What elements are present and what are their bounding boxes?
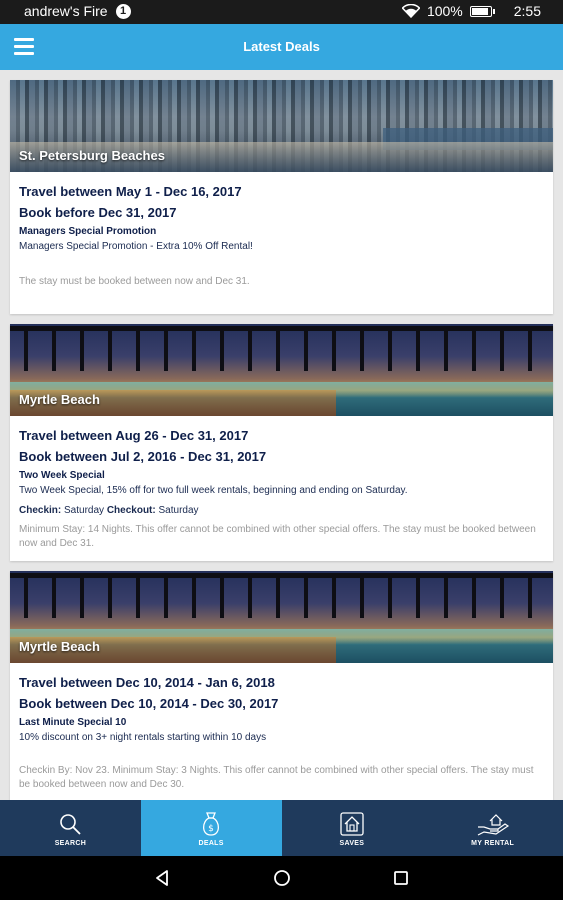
money-bag-icon: $ [203, 811, 220, 836]
tab-saves[interactable]: SAVES [282, 800, 423, 856]
battery-percent: 100% [426, 3, 463, 19]
deal-terms: The stay must be booked between now and … [19, 276, 250, 287]
deal-card[interactable]: St. Petersburg Beaches Travel between Ma… [10, 80, 553, 314]
deal-terms: Minimum Stay: 14 Nights. This offer cann… [19, 524, 536, 549]
deal-terms: Checkin By: Nov 23. Minimum Stay: 3 Nigh… [19, 765, 534, 790]
image-pier-posts [10, 578, 553, 618]
destination-image: Myrtle Beach [10, 571, 553, 663]
checkin-label: Checkin: [19, 505, 62, 516]
deal-details: Travel between Dec 10, 2014 - Jan 6, 201… [10, 663, 553, 800]
app-bar: Latest Deals [0, 24, 563, 70]
promo-description: Managers Special Promotion - Extra 10% O… [19, 241, 253, 252]
checkout-value: Saturday [158, 505, 199, 516]
bottom-nav: SEARCH $ DEALS SAVES MY RENTAL [0, 800, 563, 856]
image-pier-posts [10, 331, 553, 371]
back-icon[interactable] [152, 868, 172, 888]
destination-image: St. Petersburg Beaches [10, 80, 553, 172]
promo-title: Last Minute Special 10 [19, 717, 127, 728]
tab-my-rental[interactable]: MY RENTAL [422, 800, 563, 856]
tab-label: SAVES [339, 839, 365, 847]
booking-dates: Book between Jul 2, 2016 - Dec 31, 2017 [19, 449, 267, 464]
status-left: andrew's Fire 1 [24, 3, 131, 19]
deals-list[interactable]: St. Petersburg Beaches Travel between Ma… [0, 70, 563, 800]
page-title: Latest Deals [243, 39, 320, 54]
tab-label: SEARCH [54, 839, 87, 847]
destination-name: Myrtle Beach [19, 639, 100, 654]
checkin-value: Saturday [64, 505, 105, 516]
home-icon[interactable] [272, 868, 292, 888]
promo-description: 10% discount on 3+ night rentals startin… [19, 732, 267, 743]
travel-dates: Travel between May 1 - Dec 16, 2017 [19, 184, 242, 199]
promo-title: Managers Special Promotion [19, 226, 157, 237]
promo-title: Two Week Special [19, 470, 105, 481]
clock: 2:55 [513, 3, 541, 19]
hand-house-icon [477, 813, 509, 836]
carrier-name: andrew's Fire [24, 3, 108, 19]
svg-text:$: $ [208, 824, 214, 834]
destination-image: Myrtle Beach [10, 324, 553, 416]
notification-badge: 1 [115, 3, 131, 19]
deal-details: Travel between May 1 - Dec 16, 2017 Book… [10, 172, 553, 299]
travel-dates: Travel between Dec 10, 2014 - Jan 6, 201… [19, 675, 275, 690]
travel-dates: Travel between Aug 26 - Dec 31, 2017 [19, 428, 249, 443]
destination-name: St. Petersburg Beaches [19, 148, 165, 163]
checkout-label: Checkout: [106, 505, 156, 516]
tab-label: MY RENTAL [471, 839, 515, 847]
search-icon [60, 813, 82, 835]
destination-name: Myrtle Beach [19, 392, 100, 407]
tab-deals[interactable]: $ DEALS [140, 800, 282, 856]
booking-dates: Book between Dec 10, 2014 - Dec 30, 2017 [19, 696, 279, 711]
checkin-checkout: Checkin: Saturday Checkout: Saturday [19, 503, 544, 519]
tab-label: DEALS [198, 839, 224, 847]
deal-card[interactable]: Myrtle Beach Travel between Aug 26 - Dec… [10, 324, 553, 561]
deal-details: Travel between Aug 26 - Dec 31, 2017 Boo… [10, 416, 553, 561]
booking-dates: Book before Dec 31, 2017 [19, 205, 177, 220]
status-bar: andrew's Fire 1 100% 2:55 [0, 0, 563, 24]
saved-house-icon [340, 811, 364, 836]
system-nav-bar [0, 856, 563, 900]
promo-description: Two Week Special, 15% off for two full w… [19, 485, 408, 496]
battery-icon [469, 5, 495, 17]
recents-icon[interactable] [391, 868, 411, 888]
deal-card[interactable]: Myrtle Beach Travel between Dec 10, 2014… [10, 571, 553, 800]
tab-search[interactable]: SEARCH [0, 800, 141, 856]
wifi-icon [401, 4, 420, 18]
status-right: 100% 2:55 [401, 3, 541, 19]
